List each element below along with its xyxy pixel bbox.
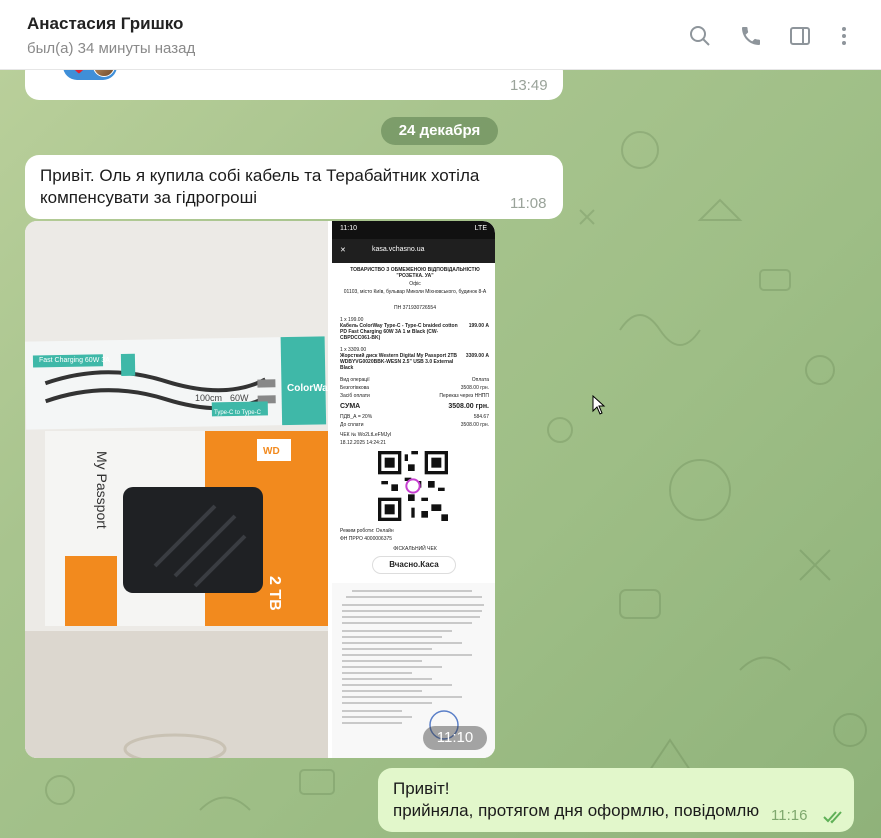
message-time: 11:16 — [771, 807, 808, 824]
cable-length-label: 100cm — [195, 393, 222, 403]
message-bubble-1[interactable]: Привіт. Оль я купила собі кабель та Тера… — [25, 155, 563, 219]
receipt-item1-sum: 199.00 А — [468, 323, 489, 329]
message-bubble-prev[interactable]: 13:49 — [25, 70, 563, 100]
message-time: 11:08 — [510, 195, 547, 212]
search-icon[interactable] — [688, 24, 712, 48]
close-icon: ✕ — [340, 247, 346, 254]
read-receipt-icon — [823, 811, 842, 824]
receipt-address: 01103, місто Київ, бульвар Миколи Міхнов… — [343, 289, 487, 295]
phone-icon[interactable] — [739, 24, 763, 48]
photo-receipt[interactable]: 11:10 LTE ✕ kasa.vchasno.ua ТОВАРИСТВО З… — [332, 221, 495, 579]
date-divider: 24 декабря — [381, 117, 498, 145]
message-text-line2: прийняла, протягом дня оформлю, повідомл… — [393, 801, 760, 820]
receipt-pn: ПН 371930726554 — [394, 305, 436, 311]
vchasno-logo: Вчасно.Каса — [372, 556, 456, 574]
receipt-pay-value: Переказ через ННПП — [439, 393, 489, 399]
receipt-company: ТОВАРИСТВО З ОБМЕЖЕНОЮ ВІДПОВІДАЛЬНІСТЮ … — [350, 267, 480, 279]
phone-time: 11:10 — [340, 225, 357, 232]
receipt-vat-label: ПДВ_А = 20% — [340, 414, 373, 420]
browser-url-bar: ✕ kasa.vchasno.ua — [332, 239, 495, 263]
more-vert-icon[interactable] — [832, 24, 856, 48]
receipt-mode: Режим роботи: Онлайн — [340, 528, 394, 534]
qr-code — [378, 451, 448, 521]
receipt-item1-name: Кабель ColorWay Type-C - Type-C braided … — [340, 323, 458, 341]
drive-model-label: My Passport — [94, 451, 110, 529]
message-text: Привіт. Оль я купила собі кабель та Тера… — [40, 166, 480, 207]
browser-url: kasa.vchasno.ua — [372, 246, 425, 253]
receipt-fn: ФН ПРРО 4000006375 — [340, 536, 393, 542]
chat-area[interactable]: 13:49 24 декабря Привіт. Оль я купила со… — [0, 70, 881, 838]
cable-brand-label: ColorWay — [287, 383, 328, 394]
photo-products[interactable]: Fast Charging 60W 3A Type-C to Type-C 10… — [25, 221, 328, 758]
album-time: 11:10 — [423, 726, 487, 750]
receipt-fiscal: ФІСКАЛЬНИЙ ЧЕК — [393, 546, 437, 552]
contact-status: был(а) 34 минуты назад — [27, 40, 196, 57]
cable-wattage-label: 60W — [230, 393, 249, 403]
cable-label: Fast Charging 60W 3A — [39, 357, 110, 364]
message-bubble-out[interactable]: Привіт! прийняла, протягом дня оформлю, … — [378, 768, 854, 832]
receipt-item2-name: Жорсткий диск Western Digital My Passpor… — [340, 353, 458, 371]
message-text-line1: Привіт! — [393, 779, 450, 798]
cable-type-label: Type-C to Type-C — [214, 410, 262, 416]
receipt-cashless-value: 3508.00 грн. — [460, 385, 489, 391]
phone-status-bar: 11:10 LTE — [332, 221, 495, 239]
receipt-vat-value: 584.67 — [473, 414, 489, 420]
receipt-topay-value: 3508.00 грн. — [460, 422, 489, 428]
receipt-office: Офіс — [409, 281, 421, 287]
chat-header: Анастасия Гришко был(а) 34 минуты назад — [0, 0, 881, 70]
mouse-cursor-icon — [592, 395, 606, 415]
photo-album[interactable]: Fast Charging 60W 3A Type-C to Type-C 10… — [25, 221, 495, 758]
receipt-datetime: 18.12.2025 14:24:21 — [340, 440, 386, 446]
reaction-avatar — [93, 70, 115, 77]
receipt-op-value: Оплата — [471, 377, 489, 383]
receipt-item2-sum: 3309.00 А — [465, 353, 489, 359]
receipt-op-label: Вид операції — [340, 377, 370, 383]
drive-capacity-label: 2 TB — [266, 576, 283, 611]
sidebar-toggle-icon[interactable] — [788, 24, 812, 48]
receipt-total-value: 3508.00 грн. — [448, 403, 489, 410]
message-time: 13:49 — [510, 77, 548, 94]
contact-name[interactable]: Анастасия Гришко — [27, 14, 183, 34]
reaction-chip[interactable] — [63, 70, 117, 80]
drive-brand-label: WD — [263, 446, 280, 457]
phone-signal: LTE — [474, 225, 487, 232]
heart-icon — [75, 70, 83, 74]
receipt-check-no: ЧЕК № Wo2LtLeFMJyI — [340, 432, 392, 438]
